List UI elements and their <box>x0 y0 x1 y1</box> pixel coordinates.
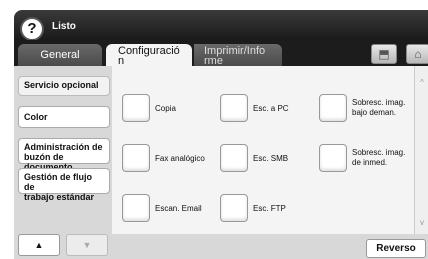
status-bar: ? Listo <box>14 10 428 41</box>
help-button[interactable]: ? <box>20 17 44 41</box>
tab-configuracion-label-line2: n <box>118 55 125 67</box>
option-checkbox[interactable] <box>220 94 248 122</box>
nav-item-administracion-buzon[interactable]: Administración de buzón de documento <box>18 138 110 172</box>
option-label: Esc. SMB <box>253 154 289 163</box>
option-checkbox[interactable] <box>122 94 150 122</box>
option-label-line1: Sobresc. imag. <box>352 148 406 157</box>
nav-item-label: Color <box>24 112 48 122</box>
reverso-button[interactable]: Reverso <box>366 239 426 258</box>
tab-imprimir-label-line2: rme <box>204 55 223 67</box>
option-label-line2: bajo deman. <box>352 108 397 117</box>
nav-scroll-up-button[interactable]: ▲ <box>18 234 60 256</box>
option-label: Esc. FTP <box>253 204 286 213</box>
device-screen: ? Listo General Configuració n Imprimir/… <box>0 0 428 259</box>
home-icon[interactable]: ⌂ <box>406 44 428 64</box>
options-panel: Copia Esc. a PC Sobresc. imag. bajo dema… <box>112 66 414 234</box>
nav-item-label-line1: Gestión de flujo de <box>24 172 93 192</box>
nav-item-label-line2: trabajo estándar <box>24 192 95 202</box>
option-checkbox[interactable] <box>220 194 248 222</box>
nav-item-label-line1: Administración de <box>24 142 103 152</box>
option-label: Copia <box>155 104 176 113</box>
option-checkbox[interactable] <box>122 194 150 222</box>
option-label: Escan. Email <box>155 204 202 213</box>
tab-configuracion-label-line1: Configuració <box>118 45 180 57</box>
bottom-bar: Reverso <box>112 234 428 259</box>
nav-item-color[interactable]: Color <box>18 106 110 128</box>
option-checkbox[interactable] <box>319 144 347 172</box>
option-label-line2: de inmed. <box>352 158 388 167</box>
job-status-icon[interactable]: ⬒ <box>371 44 397 64</box>
status-text: Listo <box>52 21 76 32</box>
nav-scroll-down-button[interactable]: ▼ <box>66 234 108 256</box>
option-label-line1: Sobresc. imag. <box>352 98 406 107</box>
option-label: Esc. a PC <box>253 104 289 113</box>
option-checkbox[interactable] <box>122 144 150 172</box>
option-checkbox[interactable] <box>220 144 248 172</box>
scroll-down-arrow-icon[interactable]: v <box>415 216 428 230</box>
left-nav: Servicio opcional Color Administración d… <box>14 66 112 259</box>
nav-item-gestion-flujo[interactable]: Gestión de flujo de trabajo estándar <box>18 168 110 202</box>
tab-strip: General Configuració n Imprimir/Info rme… <box>14 40 428 67</box>
option-checkbox[interactable] <box>319 94 347 122</box>
tab-general[interactable]: General <box>18 44 102 66</box>
tab-general-label: General <box>40 49 80 61</box>
scroll-up-arrow-icon[interactable]: ^ <box>415 76 428 90</box>
nav-item-label: Servicio opcional <box>24 80 99 90</box>
tab-configuracion[interactable]: Configuració n <box>106 44 192 67</box>
option-label: Fax analógico <box>155 154 205 163</box>
nav-item-servicio-opcional[interactable]: Servicio opcional <box>18 76 110 96</box>
tab-imprimir-informe[interactable]: Imprimir/Info rme <box>194 44 282 67</box>
options-scrollbar[interactable]: ^ v <box>414 66 428 234</box>
